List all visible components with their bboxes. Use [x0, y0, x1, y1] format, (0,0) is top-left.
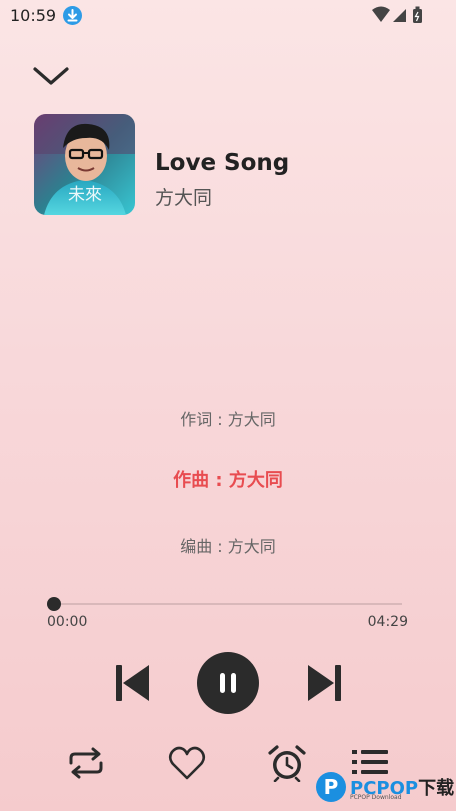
like-button[interactable] [167, 744, 207, 782]
watermark: P PCPOP下载 PCPOP Download [316, 770, 456, 808]
chevron-down-icon [33, 67, 69, 85]
wifi-icon [372, 6, 390, 22]
lyric-line: 作词 : 方大同 [180, 410, 276, 429]
song-title: Love Song [155, 150, 290, 176]
pause-icon [220, 673, 236, 693]
lyric-line: 编曲 : 方大同 [180, 537, 276, 556]
play-pause-button[interactable] [197, 652, 259, 714]
album-art-text: 未來 [68, 185, 102, 205]
status-bar: 10:59 [0, 0, 456, 32]
song-artist: 方大同 [155, 187, 213, 209]
collapse-button[interactable] [30, 60, 72, 92]
watermark-logo: P [316, 772, 346, 802]
next-button[interactable] [305, 662, 343, 704]
time-total: 04:29 [367, 614, 408, 630]
repeat-icon [69, 747, 103, 779]
time-elapsed: 00:00 [47, 614, 88, 630]
progress-thumb[interactable] [47, 597, 61, 611]
sleep-timer-button[interactable] [267, 744, 307, 783]
alarm-clock-icon [268, 745, 306, 783]
progress-bar[interactable] [54, 603, 402, 605]
status-time: 10:59 [10, 6, 57, 25]
battery-icon [413, 6, 422, 23]
lyric-line-active: 作曲 : 方大同 [173, 470, 283, 491]
status-icons [372, 6, 422, 23]
repeat-button[interactable] [66, 744, 106, 782]
watermark-sub: PCPOP Download [350, 794, 402, 801]
signal-icon [393, 9, 406, 22]
previous-button[interactable] [114, 662, 152, 704]
skip-previous-icon [116, 665, 149, 701]
download-icon [63, 6, 82, 25]
heart-icon [168, 746, 206, 780]
album-art: 未來 [34, 114, 135, 215]
skip-next-icon [308, 665, 341, 701]
